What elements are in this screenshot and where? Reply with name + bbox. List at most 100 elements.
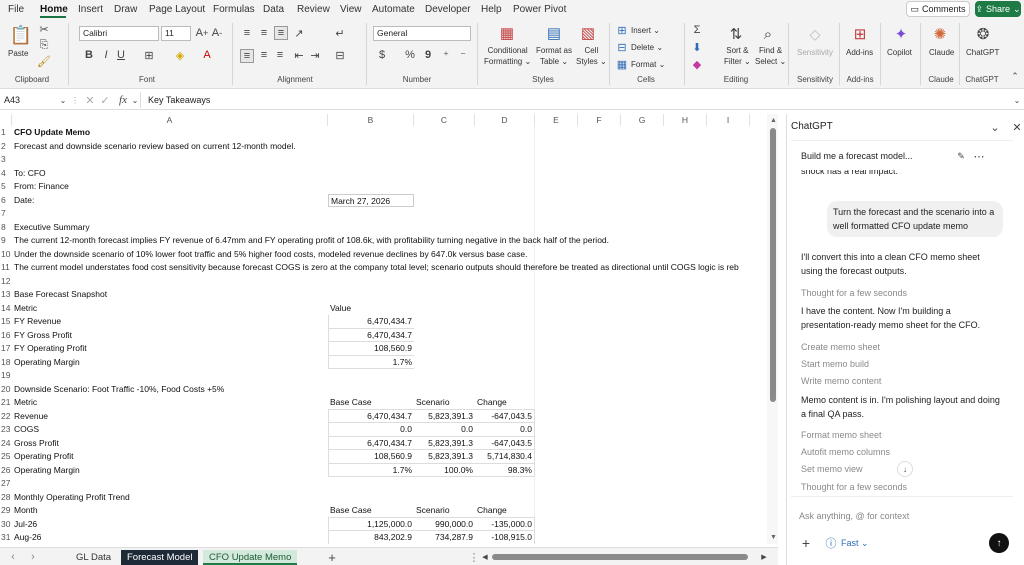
row-header[interactable]: 8 bbox=[0, 221, 12, 235]
menu-developer[interactable]: Developer bbox=[425, 4, 471, 15]
cell-a[interactable]: Jul-26 bbox=[14, 518, 37, 532]
sensitivity-label[interactable]: Sensitivity bbox=[797, 47, 833, 58]
row-header[interactable]: 29 bbox=[0, 504, 12, 518]
chat-input[interactable]: Ask anything, @ for context bbox=[799, 509, 909, 523]
row-header[interactable]: 6 bbox=[0, 194, 12, 208]
row-header[interactable]: 27 bbox=[0, 477, 12, 491]
font-color-icon[interactable]: A bbox=[201, 49, 213, 61]
cell-a[interactable]: The current 12-month forecast implies FY… bbox=[14, 234, 609, 248]
row-header[interactable]: 12 bbox=[0, 275, 12, 289]
scroll-up-icon[interactable]: ▲ bbox=[770, 117, 777, 124]
row-header[interactable]: 11 bbox=[0, 261, 12, 275]
scroll-down-icon[interactable]: ▼ bbox=[770, 534, 777, 541]
thought-status[interactable]: Thought for a few seconds bbox=[801, 480, 907, 494]
clear-icon[interactable]: ◆ bbox=[691, 58, 703, 71]
chevron-down-icon[interactable]: ⌄ bbox=[989, 121, 1001, 134]
menu-help[interactable]: Help bbox=[481, 4, 502, 15]
cell-a[interactable]: COGS bbox=[14, 423, 39, 437]
cell-d[interactable]: -647,043.5 bbox=[475, 409, 535, 423]
menu-automate[interactable]: Automate bbox=[372, 4, 415, 15]
thought-status[interactable]: Thought for a few seconds bbox=[801, 286, 907, 300]
cell-a[interactable]: FY Operating Profit bbox=[14, 342, 87, 356]
menu-draw[interactable]: Draw bbox=[114, 4, 137, 15]
borders-icon[interactable]: ⊞ bbox=[143, 49, 155, 62]
add-sheet-icon[interactable]: + bbox=[325, 550, 339, 565]
tab-cfo-update-memo[interactable]: CFO Update Memo bbox=[203, 550, 298, 565]
cell-a[interactable]: Forecast and downside scenario review ba… bbox=[14, 140, 296, 154]
fill-icon[interactable]: ⬇ bbox=[691, 41, 703, 54]
cell-b[interactable]: 843,202.9 bbox=[328, 531, 414, 544]
column-header[interactable]: C bbox=[414, 114, 475, 126]
cell-a[interactable]: Operating Profit bbox=[14, 450, 74, 464]
wrap-text-icon[interactable]: ↵ bbox=[334, 27, 346, 40]
column-header[interactable]: F bbox=[578, 114, 621, 126]
name-box-dropdown-icon[interactable]: ⌄ bbox=[58, 94, 68, 106]
column-header[interactable]: G bbox=[621, 114, 664, 126]
column-header[interactable]: A bbox=[12, 114, 328, 126]
copilot-label[interactable]: Copilot bbox=[887, 47, 912, 58]
expand-formula-icon[interactable]: ⌄ bbox=[1012, 94, 1022, 106]
menu-power-pivot[interactable]: Power Pivot bbox=[513, 4, 566, 15]
comments-button[interactable]: ▭ Comments bbox=[906, 1, 970, 17]
cell-c[interactable]: 0.0 bbox=[414, 423, 475, 437]
cell-c[interactable]: 100.0% bbox=[414, 464, 475, 477]
cell-d[interactable]: 5,714,830.4 bbox=[475, 450, 535, 464]
cell-c[interactable]: 990,000.0 bbox=[414, 518, 475, 531]
comma-style-icon[interactable]: 9 bbox=[423, 49, 433, 61]
conditional-formatting-icon[interactable]: ▦ bbox=[497, 23, 517, 43]
row-header[interactable]: 15 bbox=[0, 315, 12, 329]
row-header[interactable]: 5 bbox=[0, 180, 12, 194]
find-select-label[interactable]: Find & Select ⌄ bbox=[755, 45, 786, 67]
claude-label[interactable]: Claude bbox=[929, 47, 954, 58]
menu-review[interactable]: Review bbox=[297, 4, 330, 15]
sort-filter-icon[interactable]: ⇅ bbox=[726, 24, 746, 44]
share-button[interactable]: ⇪ Share ⌄ bbox=[975, 1, 1021, 17]
cell-a[interactable]: Gross Profit bbox=[14, 437, 59, 451]
spreadsheet-grid[interactable]: A B C D E F G H I 1 CFO Update Memo 2 Forec… bbox=[0, 114, 778, 544]
menu-page-layout[interactable]: Page Layout bbox=[149, 4, 205, 15]
tab-forecast-model[interactable]: Forecast Model bbox=[121, 550, 199, 565]
scroll-left-icon[interactable]: ◀ bbox=[481, 551, 489, 563]
decrease-decimal-icon[interactable]: ⁻ bbox=[457, 49, 469, 62]
cell-a[interactable]: Month bbox=[14, 504, 38, 518]
insert-cells-icon[interactable]: ⊞ bbox=[616, 24, 628, 37]
cut-icon[interactable]: ✂ bbox=[38, 23, 50, 36]
row-header[interactable]: 9 bbox=[0, 234, 12, 248]
cell-b[interactable]: 6,470,434.7 bbox=[328, 409, 414, 423]
cell-c[interactable]: 734,287.9 bbox=[414, 531, 475, 544]
model-mode-select[interactable]: Fast ⌄ bbox=[841, 536, 869, 550]
conditional-formatting-label[interactable]: Conditional Formatting ⌄ bbox=[484, 45, 531, 67]
orientation-icon[interactable]: ↗ bbox=[293, 27, 305, 40]
align-middle-icon[interactable]: ≡ bbox=[258, 27, 270, 39]
decrease-font-icon[interactable]: A- bbox=[211, 27, 223, 39]
cell-c[interactable]: Scenario bbox=[414, 396, 475, 410]
cell-a[interactable]: CFO Update Memo bbox=[14, 126, 90, 140]
row-header[interactable]: 30 bbox=[0, 518, 12, 532]
row-header[interactable]: 2 bbox=[0, 140, 12, 154]
insert-cells-label[interactable]: Insert ⌄ bbox=[631, 25, 660, 36]
cell-a[interactable]: Aug-26 bbox=[14, 531, 41, 544]
scroll-right-icon[interactable]: ▶ bbox=[760, 551, 768, 563]
cell-a[interactable]: Base Forecast Snapshot bbox=[14, 288, 107, 302]
row-header[interactable]: 16 bbox=[0, 329, 12, 343]
formula-input[interactable]: Key Takeaways bbox=[148, 93, 210, 107]
cell-b[interactable]: 1.7% bbox=[328, 355, 414, 369]
cell-d[interactable]: Change bbox=[475, 396, 535, 410]
cell-b[interactable]: Base Case bbox=[328, 504, 414, 518]
add-ins-icon[interactable]: ⊞ bbox=[850, 24, 870, 44]
row-header[interactable]: 31 bbox=[0, 531, 12, 544]
bold-icon[interactable]: B bbox=[84, 49, 94, 61]
cell-a[interactable]: Metric bbox=[14, 396, 37, 410]
cell-styles-icon[interactable]: ▧ bbox=[578, 23, 598, 43]
cell-d[interactable]: 98.3% bbox=[475, 463, 535, 477]
column-header[interactable]: E bbox=[535, 114, 578, 126]
cell-d[interactable]: 0.0 bbox=[475, 423, 535, 437]
autosum-icon[interactable]: Σ bbox=[691, 24, 703, 36]
cell-b[interactable]: Base Case bbox=[328, 396, 414, 410]
paste-icon[interactable]: 📋 bbox=[10, 23, 32, 47]
menu-insert[interactable]: Insert bbox=[78, 4, 103, 15]
row-header[interactable]: 4 bbox=[0, 167, 12, 181]
increase-font-icon[interactable]: A + bbox=[196, 27, 209, 39]
thread-title[interactable]: Build me a forecast model... bbox=[801, 149, 913, 163]
cell-d[interactable]: -135,000.0 bbox=[475, 517, 535, 531]
